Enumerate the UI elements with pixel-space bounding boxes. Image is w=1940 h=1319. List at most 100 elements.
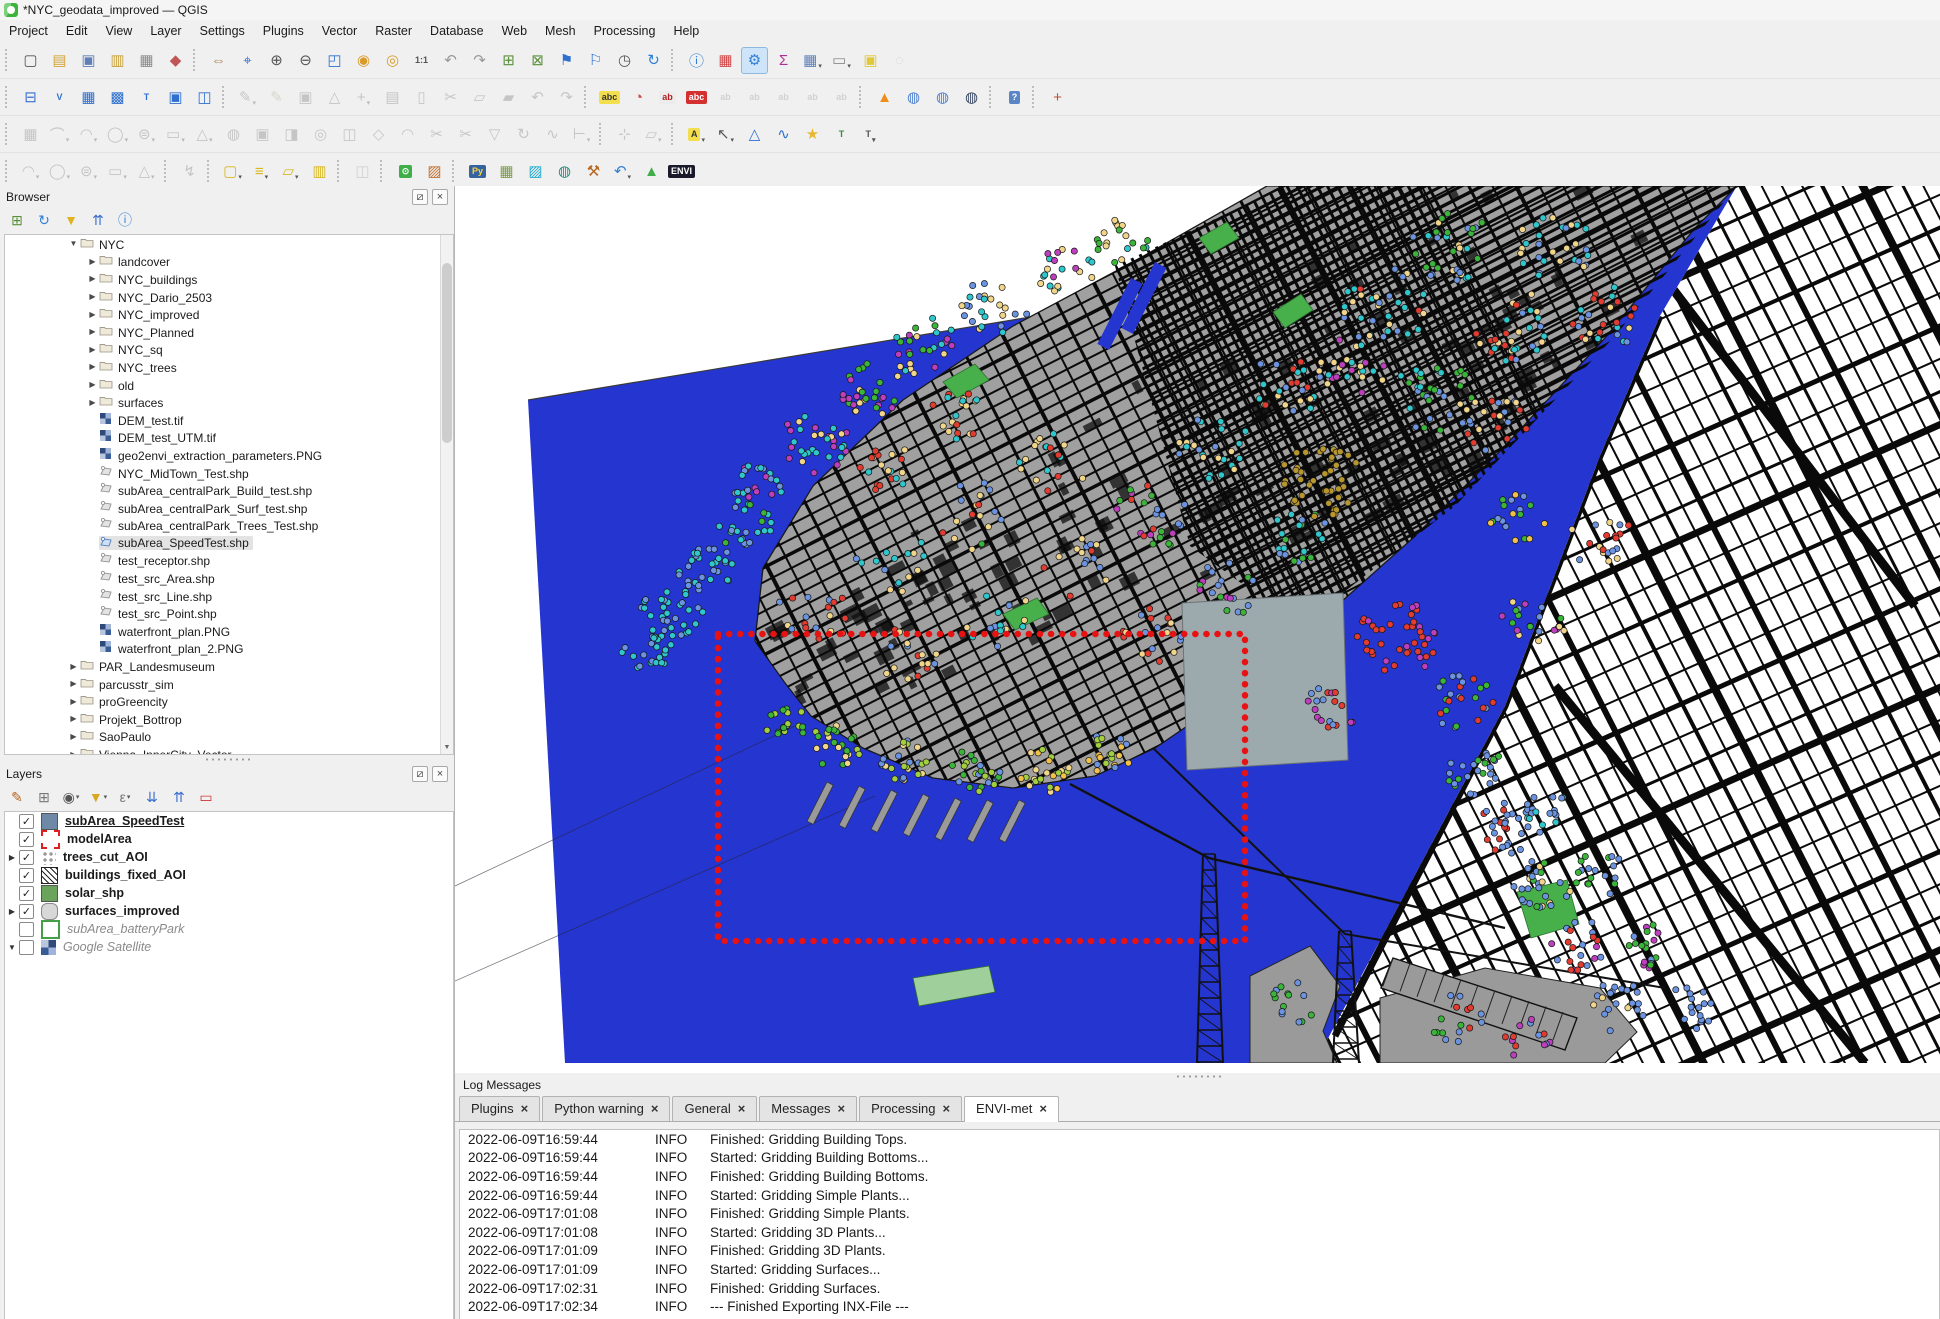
layer-item-subArea_SpeedTest[interactable]: ✓subArea_SpeedTest (5, 812, 453, 830)
expand-all-icon[interactable]: ⇊ (141, 787, 163, 807)
data-source-manager-icon[interactable]: ⊟ (17, 84, 44, 111)
tree-collapsed-icon[interactable]: ▶ (86, 257, 99, 266)
menu-layer[interactable]: Layer (141, 22, 190, 40)
scroll-down-icon[interactable]: ▼ (441, 741, 453, 754)
construction-mode-icon-dropdown[interactable]: ▾ (66, 136, 70, 147)
tree-collapsed-icon[interactable]: ▶ (86, 345, 99, 354)
browser-item-NYC_buildings[interactable]: ▶NYC_buildings (5, 270, 453, 288)
circle-tool-icon-dropdown[interactable]: ▾ (125, 136, 129, 147)
ellipse-tool-icon-dropdown[interactable]: ▾ (152, 136, 156, 147)
annotation-select-icon[interactable]: ↖▾ (712, 121, 739, 148)
identify-features-icon[interactable]: ⓘ (683, 47, 710, 74)
globe-view-icon[interactable]: ◍ (551, 158, 578, 185)
add-marker-annotation-icon[interactable]: ★ (799, 121, 826, 148)
osm-place-search-icon[interactable]: ◍ (958, 84, 985, 111)
deselect-features-icon-dropdown[interactable]: ▾ (295, 173, 299, 184)
layer-checkbox[interactable]: ✓ (19, 814, 34, 829)
attribute-table-icon[interactable]: ▦▾ (799, 47, 826, 74)
layer-checkbox[interactable]: ✓ (19, 868, 34, 883)
text-annotation-icon-dropdown[interactable]: ▾ (872, 136, 876, 147)
tree-collapsed-icon[interactable]: ▶ (86, 310, 99, 319)
python-console-icon[interactable]: Py (464, 158, 491, 185)
select-features-icon-dropdown[interactable]: ▾ (238, 173, 242, 184)
auto-annotation-icon-dropdown[interactable]: ▾ (701, 136, 705, 147)
browser-item-proGreencity[interactable]: ▶proGreencity (5, 692, 453, 710)
add-vector-layer-icon[interactable]: V (46, 84, 73, 111)
vertex-tool-icon-dropdown[interactable]: ▾ (367, 99, 371, 110)
tree-collapsed-icon[interactable]: ▶ (86, 274, 99, 283)
tab-close-icon[interactable]: × (738, 1101, 746, 1116)
collapse-all-icon[interactable]: ⇈ (87, 210, 109, 230)
layer-collapsed-icon[interactable]: ▶ (5, 907, 19, 916)
map-tips-icon[interactable]: ▣ (857, 47, 884, 74)
browser-item-test_src_Point.shp[interactable]: test_src_Point.shp (5, 604, 453, 622)
zoom-full-icon[interactable]: ◰ (321, 47, 348, 74)
menu-view[interactable]: View (96, 22, 141, 40)
annotation-select-icon-dropdown[interactable]: ▾ (731, 136, 735, 147)
browser-item-NYC_Planned[interactable]: ▶NYC_Planned (5, 323, 453, 341)
browser-item-NYC[interactable]: ▼NYC (5, 235, 453, 253)
manage-map-themes-icon[interactable]: ◉▾ (60, 787, 82, 807)
regular-polygon-icon-dropdown[interactable]: ▾ (209, 136, 213, 147)
layers-float-button[interactable]: ⧄ (412, 766, 428, 782)
geocoding-icon[interactable]: ◍ (929, 84, 956, 111)
select-by-form-icon[interactable]: ≡▾ (248, 158, 275, 185)
layer-collapsed-icon[interactable]: ▶ (5, 853, 19, 862)
show-statistics-icon[interactable]: Σ (770, 47, 797, 74)
refresh-map-icon[interactable]: ↻ (640, 47, 667, 74)
menu-raster[interactable]: Raster (366, 22, 421, 40)
pan-map-icon[interactable]: ⇔ (205, 47, 232, 74)
add-wms-layer-icon[interactable]: ◫ (191, 84, 218, 111)
browser-item-subArea_SpeedTest.shp[interactable]: subArea_SpeedTest.shp (5, 534, 453, 552)
zoom-to-layer-icon[interactable]: ◎ (379, 47, 406, 74)
osm-downloader-icon[interactable]: ▨ (421, 158, 448, 185)
zoom-next-icon[interactable]: ↷ (466, 47, 493, 74)
browser-tree[interactable]: ▼NYC▶landcover▶NYC_buildings▶NYC_Dario_2… (4, 234, 454, 755)
attribute-table-icon-dropdown[interactable]: ▾ (818, 62, 822, 73)
menu-project[interactable]: Project (0, 22, 57, 40)
filter-by-expression-icon[interactable]: ε▾ (114, 787, 136, 807)
remove-layer-icon[interactable]: ▭ (195, 787, 217, 807)
add-delimited-text-icon[interactable]: T (133, 84, 160, 111)
show-bookmarks-icon[interactable]: ⚐ (582, 47, 609, 74)
new-bookmark-icon[interactable]: ⚑ (553, 47, 580, 74)
browser-item-SaoPaulo[interactable]: ▶SaoPaulo (5, 728, 453, 746)
pin-labels-icon[interactable]: ab (654, 84, 681, 111)
tab-close-icon[interactable]: × (838, 1101, 846, 1116)
search-layers-icon[interactable]: ⊙ (392, 158, 419, 185)
select-by-form-icon-dropdown[interactable]: ▾ (265, 173, 269, 184)
filter-legend-icon[interactable]: ▼▾ (87, 787, 109, 807)
tab-close-icon[interactable]: × (942, 1101, 950, 1116)
menu-settings[interactable]: Settings (191, 22, 254, 40)
browser-item-DEM_test.tif[interactable]: DEM_test.tif (5, 411, 453, 429)
help-contents-icon[interactable]: ? (1001, 84, 1028, 111)
new-3d-map-view-icon[interactable]: ⊠ (524, 47, 551, 74)
temporal-controller-icon[interactable]: ◷ (611, 47, 638, 74)
quickmap-services-icon[interactable]: ▦ (493, 158, 520, 185)
browser-item-test_src_Line.shp[interactable]: test_src_Line.shp (5, 587, 453, 605)
refresh-browser-icon[interactable]: ↻ (33, 210, 55, 230)
new-print-layout-icon[interactable]: ▥ (104, 47, 131, 74)
auto-annotation-icon[interactable]: A▾ (683, 121, 710, 148)
envimet-plugin-icon[interactable]: ▲ (871, 84, 898, 111)
tree-collapsed-icon[interactable]: ▶ (67, 679, 80, 688)
tree-collapsed-icon[interactable]: ▶ (86, 380, 99, 389)
log-tab-messages[interactable]: Messages× (759, 1096, 857, 1121)
browser-scrollbar[interactable]: ▼ (440, 235, 453, 754)
tab-close-icon[interactable]: × (1039, 1101, 1047, 1116)
tree-collapsed-icon[interactable]: ▶ (86, 327, 99, 336)
undo-redo-plugin-icon[interactable]: ↶▾ (609, 158, 636, 185)
browser-item-subArea_centralPark_Surf_test.shp[interactable]: subArea_centralPark_Surf_test.shp (5, 499, 453, 517)
measure-icon-dropdown[interactable]: ▾ (847, 62, 851, 73)
layer-checkbox[interactable] (19, 940, 34, 955)
layer-diagram-icon[interactable]: ◔ (625, 84, 652, 111)
browser-item-Projekt_Bottrop[interactable]: ▶Projekt_Bottrop (5, 710, 453, 728)
browser-item-subArea_centralPark_Trees_Test.shp[interactable]: subArea_centralPark_Trees_Test.shp (5, 517, 453, 535)
menu-plugins[interactable]: Plugins (254, 22, 313, 40)
tree-collapsed-icon[interactable]: ▶ (86, 362, 99, 371)
open-project-icon[interactable]: ▤ (46, 47, 73, 74)
browser-item-geo2envi_extraction_parameters.PNG[interactable]: geo2envi_extraction_parameters.PNG (5, 446, 453, 464)
layer-checkbox[interactable]: ✓ (19, 850, 34, 865)
collapse-all-layers-icon[interactable]: ⇈ (168, 787, 190, 807)
browser-item-landcover[interactable]: ▶landcover (5, 253, 453, 271)
